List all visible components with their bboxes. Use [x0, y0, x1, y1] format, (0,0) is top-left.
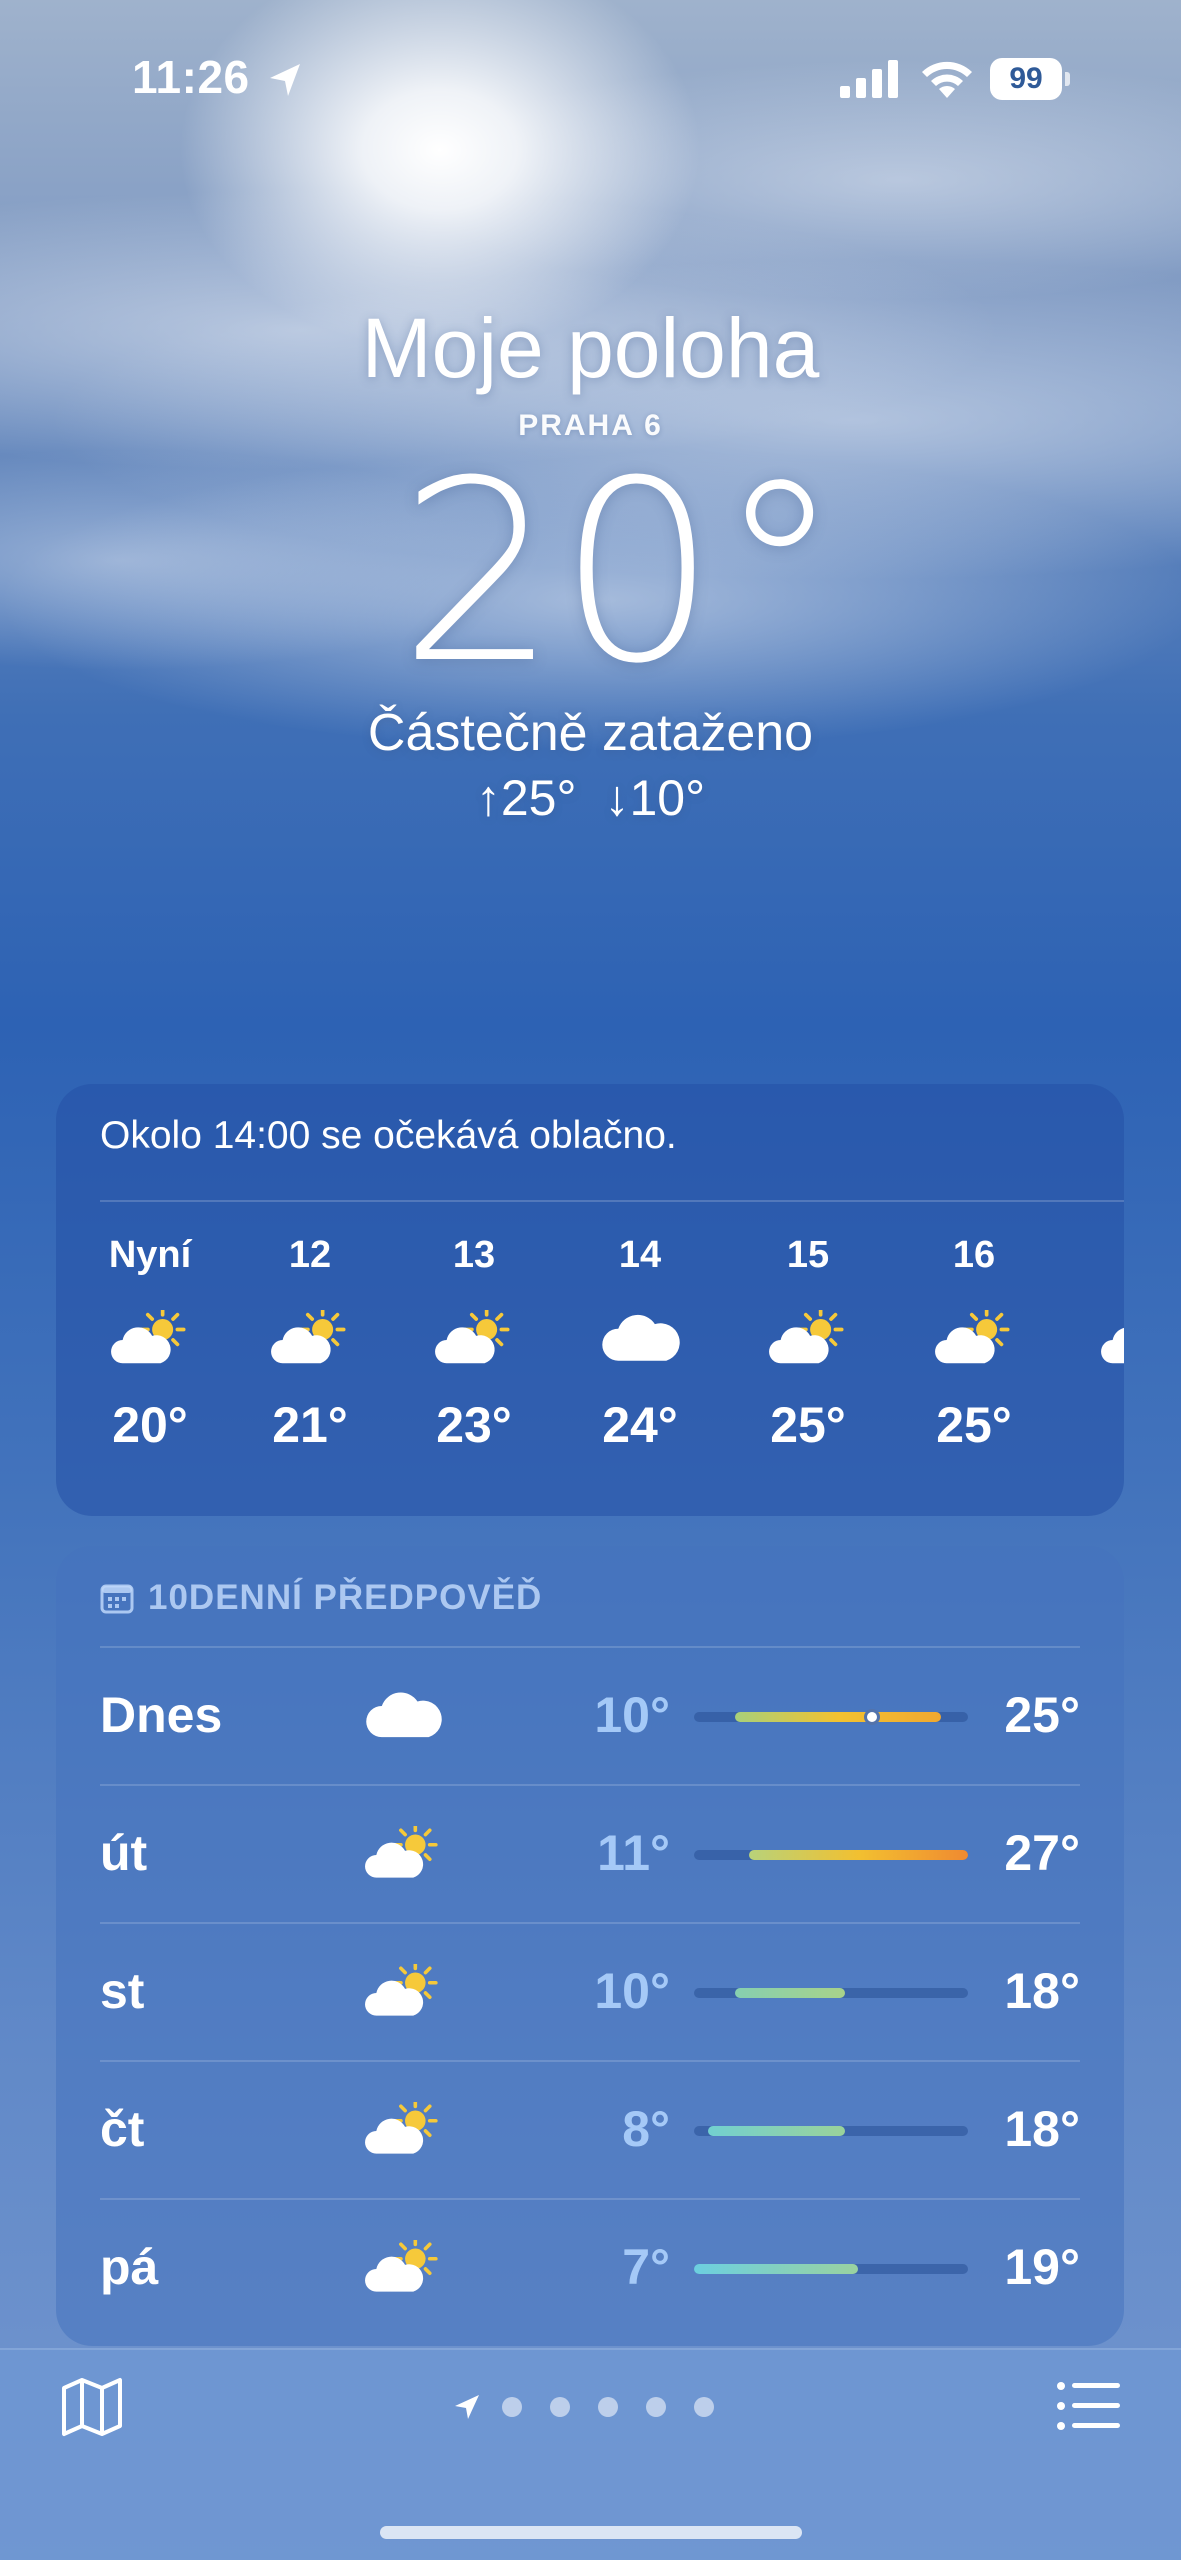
page-dot[interactable]: [502, 2397, 522, 2417]
daily-low: 10°: [594, 1687, 670, 1743]
daily-high: 25°: [1004, 1687, 1080, 1743]
hourly-item: 16 25°: [924, 1234, 1024, 1454]
status-bar: 11:26 99: [0, 0, 1181, 160]
temperature-range-bar: [694, 1988, 968, 1998]
daily-high: 27°: [1004, 1825, 1080, 1881]
partly-sunny-icon: [1090, 1294, 1124, 1384]
hourly-temperature: 25°: [936, 1397, 1012, 1453]
wifi-icon: [922, 61, 972, 98]
hourly-item: 14 24°: [590, 1234, 690, 1454]
battery-indicator: 99: [990, 58, 1070, 100]
hourly-item: 15 25°: [758, 1234, 858, 1454]
hourly-time: 15: [786, 1234, 830, 1276]
ten-day-title: 10DENNÍ PŘEDPOVĚĎ: [100, 1578, 542, 1618]
daily-day: út: [100, 1825, 148, 1881]
cloud-icon: [590, 1294, 690, 1384]
temperature-range-bar: [694, 1850, 968, 1860]
daily-day: čt: [100, 2101, 145, 2157]
page-dot[interactable]: [694, 2397, 714, 2417]
hourly-temperature: 25°: [770, 1397, 846, 1453]
high-low: ↑25° ↓10°: [0, 769, 1181, 827]
temperature-range-bar: [694, 1709, 968, 1725]
hourly-time: Nyní: [108, 1234, 192, 1276]
cloud-icon: [358, 1676, 448, 1756]
hourly-time: 16: [952, 1234, 996, 1276]
hourly-forecast-card[interactable]: Okolo 14:00 se očekává oblačno. Nyní 20° 1…: [56, 1084, 1124, 1516]
current-temperature: 20°: [398, 427, 843, 718]
location-area: PRAHA 6: [518, 409, 663, 442]
daily-day: pá: [100, 2239, 159, 2295]
daily-low: 11°: [597, 1825, 670, 1881]
partly-sunny-icon: [100, 1294, 200, 1384]
hourly-time: 14: [618, 1234, 662, 1276]
page-indicator[interactable]: [452, 2390, 742, 2424]
map-icon[interactable]: [60, 2374, 124, 2438]
daily-row[interactable]: Dnes 10° 25°: [100, 1646, 1080, 1784]
daily-day: st: [100, 1963, 145, 2019]
low-temperature: ↓10°: [604, 770, 706, 826]
temperature-range-fill: [735, 1712, 941, 1722]
daily-row[interactable]: st 10° 18°: [100, 1922, 1080, 2060]
partly-sunny-icon: [358, 1814, 448, 1894]
divider: [100, 1200, 1124, 1202]
temperature-range-fill: [748, 1850, 968, 1860]
ten-day-forecast-card[interactable]: 10DENNÍ PŘEDPOVĚĎ Dnes 10° 25° út 11° 27° st 10…: [56, 1546, 1124, 2346]
status-time: 11:26: [132, 51, 250, 103]
location-header: Moje poloha PRAHA 6 20° Částečně zatažen…: [0, 300, 1181, 827]
temperature-range-fill: [694, 2264, 859, 2274]
hourly-summary: Okolo 14:00 se očekává oblačno.: [100, 1114, 677, 1157]
location-arrow-icon: [270, 64, 300, 96]
temperature-range-fill: [735, 1988, 845, 1998]
hourly-time: 1: [1090, 1234, 1124, 1294]
high-temperature: ↑25°: [475, 770, 577, 826]
cellular-signal-icon: [840, 60, 898, 98]
hourly-temperature: 20°: [112, 1397, 188, 1453]
daily-row[interactable]: pá 7° 19°: [100, 2198, 1080, 2336]
location-arrow-icon: [455, 2395, 479, 2419]
home-indicator[interactable]: [380, 2526, 802, 2539]
hourly-item: 12: [1090, 1234, 1124, 1454]
partly-sunny-icon: [924, 1294, 1024, 1384]
daily-high: 18°: [1004, 2101, 1080, 2157]
daily-low: 10°: [594, 1963, 670, 2019]
daily-row[interactable]: út 11° 27°: [100, 1784, 1080, 1922]
temperature-range-bar: [694, 2126, 968, 2136]
hourly-item: 12 21°: [260, 1234, 360, 1454]
daily-row[interactable]: čt 8° 18°: [100, 2060, 1080, 2198]
daily-low: 7°: [622, 2239, 670, 2295]
list-icon[interactable]: [1056, 2380, 1122, 2432]
partly-sunny-icon: [260, 1294, 360, 1384]
daily-low: 8°: [622, 2101, 670, 2157]
hourly-temperature: 24°: [602, 1397, 678, 1453]
current-temp-marker: [864, 1709, 881, 1725]
hourly-time: 12: [288, 1234, 332, 1276]
page-dot[interactable]: [598, 2397, 618, 2417]
daily-day: Dnes: [100, 1687, 223, 1743]
temperature-range-bar: [694, 2264, 968, 2274]
partly-sunny-icon: [358, 2228, 448, 2308]
page-dot[interactable]: [550, 2397, 570, 2417]
hourly-item: Nyní 20°: [100, 1234, 200, 1454]
bottom-toolbar: [0, 2348, 1181, 2560]
hourly-temperature: 2: [1090, 1396, 1124, 1454]
partly-sunny-icon: [358, 2090, 448, 2170]
partly-sunny-icon: [424, 1294, 524, 1384]
hourly-time: 13: [452, 1234, 496, 1276]
page-dot[interactable]: [646, 2397, 666, 2417]
hourly-temperature: 21°: [272, 1397, 348, 1453]
partly-sunny-icon: [758, 1294, 858, 1384]
partly-sunny-icon: [358, 1952, 448, 2032]
hourly-list[interactable]: Nyní20°1221°1323°1424°1525°1625°12: [100, 1234, 1124, 1494]
temperature-range-fill: [707, 2126, 845, 2136]
current-condition: Částečně zataženo: [367, 704, 814, 762]
location-name: Moje poloha: [361, 301, 820, 395]
hourly-item: 13 23°: [424, 1234, 524, 1454]
daily-high: 18°: [1004, 1963, 1080, 2019]
daily-high: 19°: [1004, 2239, 1080, 2295]
ten-day-title-label: 10DENNÍ PŘEDPOVĚĎ: [148, 1578, 543, 1617]
calendar-icon: [100, 1584, 134, 1614]
hourly-temperature: 23°: [436, 1397, 512, 1453]
battery-level: 99: [990, 58, 1062, 100]
